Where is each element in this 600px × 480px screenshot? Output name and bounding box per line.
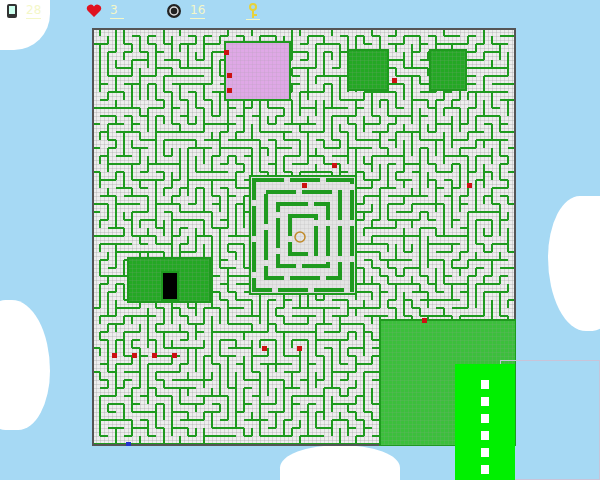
coin-icon xyxy=(166,3,182,19)
moves-value: 28 xyxy=(26,3,41,19)
moves-counter: 28 xyxy=(6,3,86,19)
hud: 28 3 16 xyxy=(0,0,600,26)
coins-value: 16 xyxy=(190,3,205,19)
cloud xyxy=(548,196,600,331)
minimap-frame xyxy=(500,360,600,480)
lives-counter: 3 xyxy=(86,3,166,19)
cloud xyxy=(0,300,50,430)
heart-icon xyxy=(86,4,102,18)
lives-value: 3 xyxy=(110,3,124,19)
maze-board[interactable] xyxy=(92,28,516,446)
key-slot xyxy=(246,3,260,20)
cloud xyxy=(280,445,400,480)
phone-icon xyxy=(6,3,18,19)
coins-counter: 16 xyxy=(166,3,246,19)
tower xyxy=(455,364,515,480)
key-icon xyxy=(248,3,258,19)
game-scene: 28 3 16 xyxy=(0,0,600,480)
